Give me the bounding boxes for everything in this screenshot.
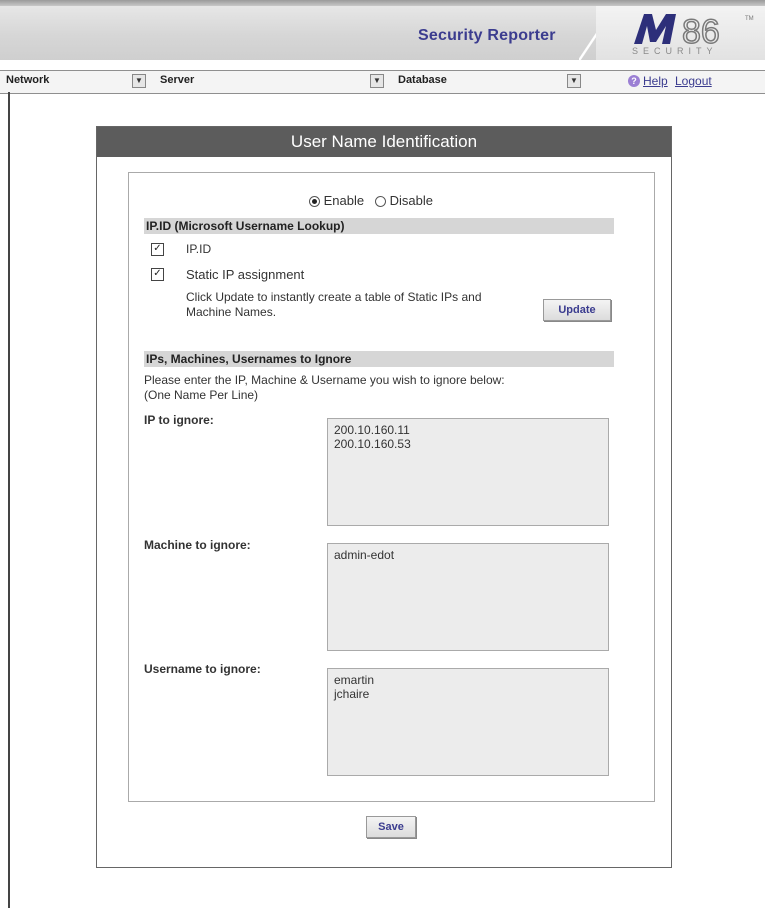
update-description-line2: Machine Names. <box>186 305 277 319</box>
enable-label: Enable <box>323 193 365 208</box>
ip-ignore-label: IP to ignore: <box>144 413 214 427</box>
ipid-section-heading: IP.ID (Microsoft Username Lookup) <box>144 218 614 234</box>
user-name-identification-panel: User Name Identification Enable Disable … <box>96 126 672 868</box>
m86-logo-icon: 86 TM <box>634 12 754 46</box>
top-banner: Security Reporter 86 TM SECURITY <box>0 0 765 60</box>
ip-ignore-value: 200.10.160.53 <box>334 437 411 451</box>
ipid-checkbox[interactable]: ✓ <box>151 243 164 256</box>
settings-box: Enable Disable IP.ID (Microsoft Username… <box>128 172 655 802</box>
ip-ignore-value: 200.10.160.11 <box>334 423 410 437</box>
chevron-down-icon[interactable]: ▼ <box>132 74 146 88</box>
ignore-instructions-line1: Please enter the IP, Machine & Username … <box>144 373 505 387</box>
logout-link[interactable]: Logout <box>675 74 712 88</box>
username-ignore-textarea[interactable]: emartin jchaire <box>327 668 609 776</box>
menu-network[interactable]: Network <box>6 74 49 86</box>
chevron-down-icon[interactable]: ▼ <box>370 74 384 88</box>
machine-ignore-label: Machine to ignore: <box>144 538 251 552</box>
username-ignore-value: jchaire <box>334 687 370 701</box>
app-title: Security Reporter <box>418 27 556 44</box>
chevron-down-icon[interactable]: ▼ <box>567 74 581 88</box>
ip-ignore-textarea[interactable]: 200.10.160.11 200.10.160.53 <box>327 418 609 526</box>
svg-text:86: 86 <box>682 13 720 46</box>
disable-label: Disable <box>389 193 433 208</box>
mode-radio-group: Enable Disable <box>309 193 433 208</box>
machine-ignore-textarea[interactable]: admin-edot <box>327 543 609 651</box>
update-description-line1: Click Update to instantly create a table… <box>186 290 482 304</box>
logo-tagline: SECURITY <box>632 46 718 56</box>
ipid-label: IP.ID <box>186 242 212 256</box>
ignore-section-heading: IPs, Machines, Usernames to Ignore <box>144 351 614 367</box>
update-button[interactable]: Update <box>543 299 611 321</box>
help-icon[interactable]: ? <box>628 75 640 87</box>
static-ip-label: Static IP assignment <box>186 267 305 282</box>
menu-server[interactable]: Server <box>160 74 194 86</box>
disable-radio[interactable] <box>374 196 386 208</box>
panel-title: User Name Identification <box>97 127 671 157</box>
save-button[interactable]: Save <box>366 816 416 838</box>
username-ignore-label: Username to ignore: <box>144 662 261 676</box>
ignore-instructions-line2: (One Name Per Line) <box>144 388 259 402</box>
enable-radio[interactable] <box>309 196 320 208</box>
machine-ignore-value: admin-edot <box>334 548 395 562</box>
username-ignore-value: emartin <box>334 673 375 687</box>
svg-text:TM: TM <box>745 16 754 22</box>
menu-bar: Network ▼ Server ▼ Database ▼ ? Help Log… <box>0 70 765 94</box>
help-link[interactable]: Help <box>643 74 668 88</box>
left-divider <box>8 92 10 908</box>
menu-database[interactable]: Database <box>398 74 447 86</box>
static-ip-checkbox[interactable]: ✓ <box>151 268 164 281</box>
